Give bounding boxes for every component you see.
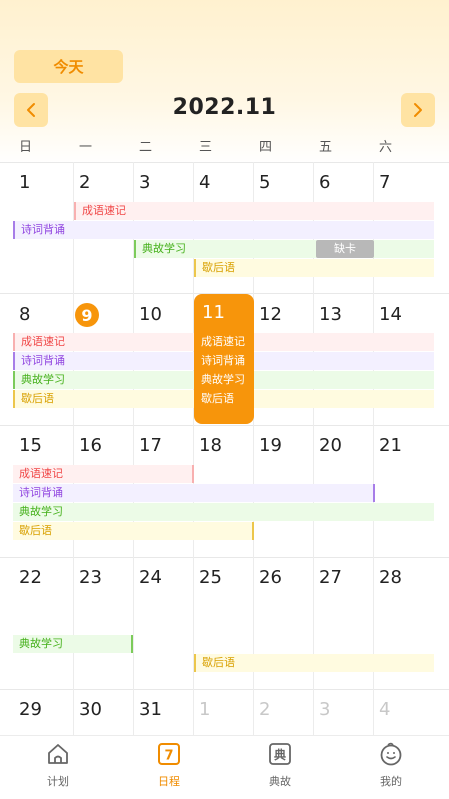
day-cell-next-month[interactable]: 1 [199, 699, 210, 720]
day-cell[interactable]: 16 [79, 435, 102, 456]
event-bar-allusion[interactable]: 典故学习 [13, 503, 434, 521]
day-cell[interactable]: 10 [139, 304, 162, 325]
day-cell-next-month[interactable]: 2 [259, 699, 270, 720]
selected-event-label: 诗词背诵 [201, 354, 245, 367]
day-cell[interactable]: 1 [19, 172, 30, 193]
month-title: 2022.11 [172, 95, 277, 120]
weekday-sun: 日 [19, 140, 33, 155]
event-bar-xiehouyu[interactable]: 歇后语 [13, 522, 253, 540]
weekday-mon: 一 [79, 140, 93, 155]
smiley-face-icon [380, 742, 402, 766]
tab-label: 日程 [158, 775, 180, 788]
day-cell[interactable]: 13 [319, 304, 342, 325]
grid-line [0, 689, 449, 690]
weekday-wed: 三 [199, 140, 213, 155]
day-cell[interactable]: 21 [379, 435, 402, 456]
day-cell[interactable]: 2 [79, 172, 90, 193]
event-bar-allusion[interactable]: 典故学习 [134, 240, 434, 258]
selected-event-label: 成语速记 [201, 335, 245, 348]
day-cell[interactable]: 30 [79, 699, 102, 720]
day-cell[interactable]: 22 [19, 567, 42, 588]
day-cell[interactable]: 12 [259, 304, 282, 325]
day-cell[interactable]: 5 [259, 172, 270, 193]
day-cell[interactable]: 3 [139, 172, 150, 193]
day-cell[interactable]: 24 [139, 567, 162, 588]
day-cell[interactable]: 8 [19, 304, 30, 325]
bottom-tab-bar: 计划 7 日程 典 典故 我的 [0, 735, 449, 799]
event-bar-poetry[interactable]: 诗词背诵 [13, 221, 434, 239]
event-end-mark [373, 484, 375, 502]
tab-allusion[interactable]: 典 典故 [224, 736, 336, 799]
grid-line [0, 425, 449, 426]
day-cell[interactable]: 15 [19, 435, 42, 456]
grid-line [0, 162, 449, 163]
event-end-mark [192, 465, 194, 483]
tab-plan[interactable]: 计划 [2, 736, 114, 799]
weekday-tue: 二 [139, 140, 153, 155]
calendar-icon-glyph: 7 [164, 749, 173, 764]
event-bar-xiehouyu[interactable]: 歇后语 [194, 259, 434, 277]
event-bar-idiom[interactable]: 成语速记 [74, 202, 434, 220]
day-cell[interactable]: 29 [19, 699, 42, 720]
event-bar-allusion[interactable]: 典故学习 [13, 635, 133, 653]
day-cell[interactable]: 4 [199, 172, 210, 193]
day-cell[interactable]: 19 [259, 435, 282, 456]
tab-label: 计划 [47, 775, 69, 788]
tab-label: 典故 [269, 775, 291, 788]
day-cell[interactable]: 25 [199, 567, 222, 588]
tab-label: 我的 [380, 775, 402, 788]
today-marker[interactable]: 9 [75, 303, 99, 327]
grid-line [0, 557, 449, 558]
event-bar-xiehouyu[interactable]: 歇后语 [194, 654, 434, 672]
book-icon-glyph: 典 [274, 747, 286, 762]
day-cell[interactable]: 6 [319, 172, 330, 193]
day-cell[interactable]: 7 [379, 172, 390, 193]
next-month-button[interactable] [401, 93, 435, 127]
weekday-sat: 六 [379, 140, 393, 155]
day-cell-next-month[interactable]: 3 [319, 699, 330, 720]
weekday-thu: 四 [259, 140, 273, 155]
selected-event-label: 典故学习 [201, 373, 245, 386]
day-cell[interactable]: 17 [139, 435, 162, 456]
weekday-header: 日 一 二 三 四 五 六 [0, 136, 449, 160]
weekday-fri: 五 [319, 140, 333, 155]
house-icon [48, 744, 68, 764]
missed-badge: 缺卡 [316, 240, 374, 258]
book-icon: 典 [269, 743, 291, 765]
day-cell[interactable]: 27 [319, 567, 342, 588]
chevron-right-icon [414, 103, 422, 117]
tab-schedule[interactable]: 7 日程 [113, 736, 225, 799]
selected-day-number: 11 [202, 302, 225, 323]
day-cell[interactable]: 14 [379, 304, 402, 325]
event-bar-poetry[interactable]: 诗词背诵 [13, 484, 374, 502]
day-cell[interactable]: 28 [379, 567, 402, 588]
day-cell[interactable]: 20 [319, 435, 342, 456]
event-end-mark [131, 635, 133, 653]
day-cell[interactable]: 18 [199, 435, 222, 456]
event-end-mark [252, 522, 254, 540]
tab-mine[interactable]: 我的 [335, 736, 447, 799]
day-cell[interactable]: 23 [79, 567, 102, 588]
event-bar-idiom[interactable]: 成语速记 [13, 465, 193, 483]
day-cell-next-month[interactable]: 4 [379, 699, 390, 720]
today-button[interactable]: 今天 [14, 50, 123, 83]
calendar-icon: 7 [158, 743, 180, 765]
day-cell[interactable]: 31 [139, 699, 162, 720]
day-cell[interactable]: 26 [259, 567, 282, 588]
selected-event-label: 歇后语 [201, 392, 234, 405]
